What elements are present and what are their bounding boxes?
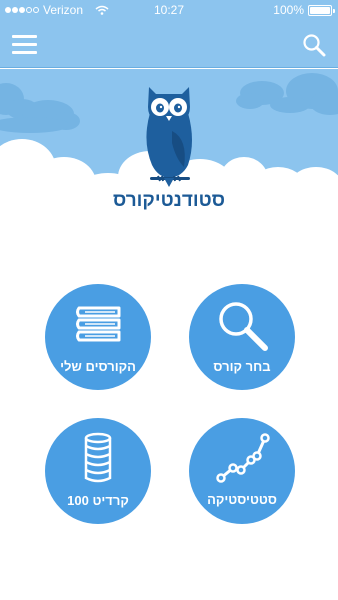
coin-stack-icon — [84, 432, 112, 483]
choose-course-button[interactable]: בחר קורס — [189, 284, 295, 390]
hamburger-menu-icon[interactable] — [12, 35, 37, 55]
status-bar: Verizon 10:27 100% — [0, 0, 338, 20]
nav-bar — [0, 20, 338, 68]
tile-label: בחר קורס — [213, 359, 271, 374]
battery-percent: 100% — [273, 3, 304, 17]
books-stack-icon — [76, 306, 121, 342]
my-courses-button[interactable]: הקורסים שלי — [45, 284, 151, 390]
magnifier-icon — [219, 302, 268, 351]
battery-icon — [308, 4, 335, 16]
line-graph-icon — [216, 433, 270, 483]
credit-button[interactable]: קרדיט 100 — [45, 418, 151, 524]
statistics-button[interactable]: סטטיסטיקה — [189, 418, 295, 524]
tile-label: הקורסים שלי — [60, 359, 136, 374]
hero-banner: סטודנטיקורס — [0, 69, 338, 229]
owl-logo-icon — [146, 87, 192, 187]
tile-label: סטטיסטיקה — [207, 492, 277, 507]
app-title: סטודנטיקורס — [113, 190, 225, 211]
status-right: 100% — [273, 3, 335, 17]
search-icon[interactable] — [302, 33, 326, 57]
tile-label: קרדיט 100 — [67, 493, 129, 508]
